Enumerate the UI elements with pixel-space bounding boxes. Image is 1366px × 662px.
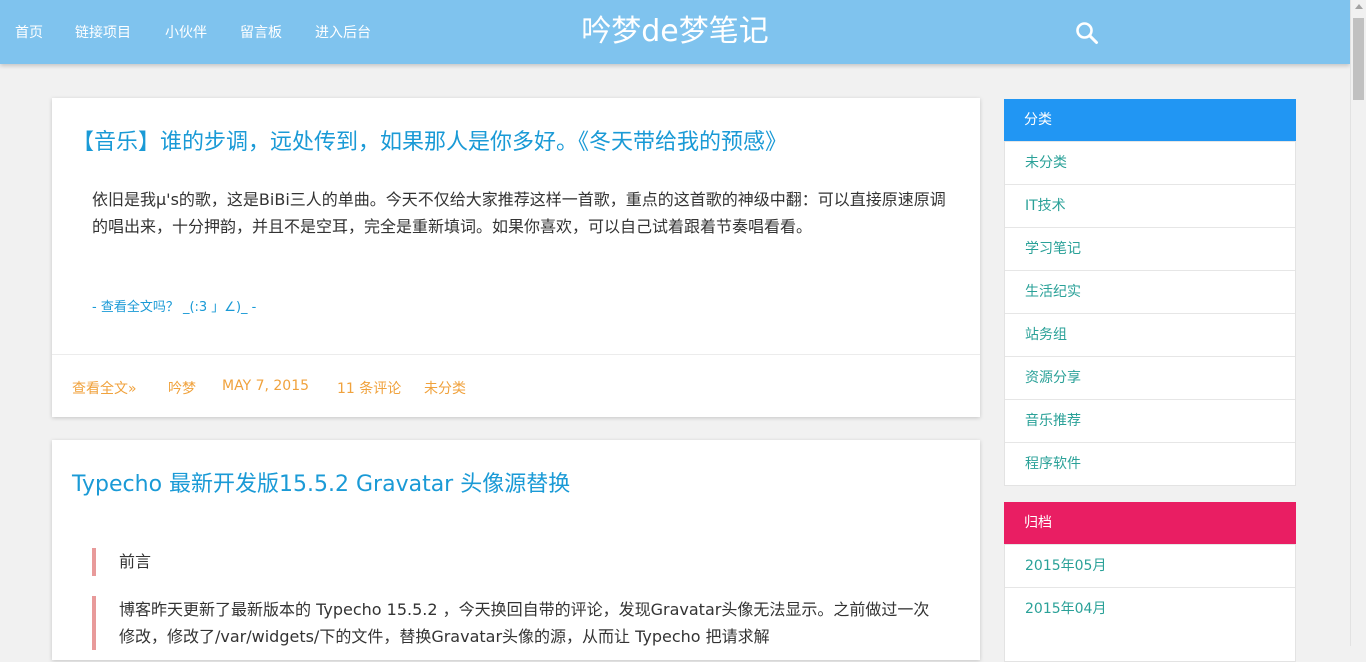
categories-widget: 分类 未分类 IT技术 学习笔记 生活纪实 站务组 资源分享 音乐推荐 程序软件 (1004, 99, 1296, 486)
archive-item[interactable]: 2015年04月 (1005, 587, 1295, 630)
post-title[interactable]: Typecho 最新开发版15.5.2 Gravatar 头像源替换 (72, 470, 570, 500)
top-navbar: 首页 链接项目 小伙伴 留言板 进入后台 吟梦de梦笔记 (0, 0, 1350, 64)
category-item[interactable]: 未分类 (1005, 141, 1295, 184)
search-icon (1076, 22, 1098, 44)
category-item[interactable]: 程序软件 (1005, 442, 1295, 485)
post-date[interactable]: MAY 7, 2015 (222, 378, 309, 394)
post-card: 【音乐】谁的步调，远处传到，如果那人是你多好。《冬天带给我的预感》 依旧是我μ'… (52, 98, 980, 417)
category-item[interactable]: 资源分享 (1005, 356, 1295, 399)
post-category[interactable]: 未分类 (424, 378, 466, 398)
category-item[interactable]: 学习笔记 (1005, 227, 1295, 270)
read-more-link[interactable]: - 查看全文吗？ _(:3 」∠)_ - (92, 296, 256, 315)
read-full-link[interactable]: 查看全文» (72, 378, 137, 398)
post-title[interactable]: 【音乐】谁的步调，远处传到，如果那人是你多好。《冬天带给我的预感》 (72, 128, 787, 158)
post-quote: 前言 (92, 548, 151, 576)
post-comments[interactable]: 11 条评论 (337, 378, 401, 398)
widget-title: 归档 (1004, 502, 1296, 544)
post-card: Typecho 最新开发版15.5.2 Gravatar 头像源替换 前言 博客… (52, 440, 980, 660)
category-item[interactable]: 站务组 (1005, 313, 1295, 356)
archive-item[interactable]: 2015年05月 (1005, 544, 1295, 587)
nav-item-home[interactable]: 首页 (15, 22, 43, 42)
post-excerpt: 依旧是我μ's的歌，这是BiBi三人的单曲。今天不仅给大家推荐这样一首歌，重点的… (92, 190, 946, 236)
archive-widget: 归档 2015年05月 2015年04月 (1004, 502, 1296, 662)
nav-item-guestbook[interactable]: 留言板 (240, 22, 282, 42)
page-scrollbar[interactable] (1350, 0, 1366, 646)
scroll-up-arrow-icon[interactable] (1355, 4, 1363, 9)
post-author[interactable]: 吟梦 (168, 378, 196, 398)
search-button[interactable] (1074, 20, 1100, 46)
category-item[interactable]: 音乐推荐 (1005, 399, 1295, 442)
category-item[interactable]: IT技术 (1005, 184, 1295, 227)
scrollbar-thumb[interactable] (1353, 18, 1364, 100)
post-quote: 博客昨天更新了最新版本的 Typecho 15.5.2 ，今天换回自带的评论，发… (92, 596, 939, 650)
widget-title: 分类 (1004, 99, 1296, 141)
meta-divider (52, 354, 980, 355)
nav-item-admin[interactable]: 进入后台 (315, 22, 371, 42)
nav-item-friends[interactable]: 小伙伴 (165, 22, 207, 42)
category-item[interactable]: 生活纪实 (1005, 270, 1295, 313)
nav-item-links[interactable]: 链接项目 (75, 22, 131, 42)
